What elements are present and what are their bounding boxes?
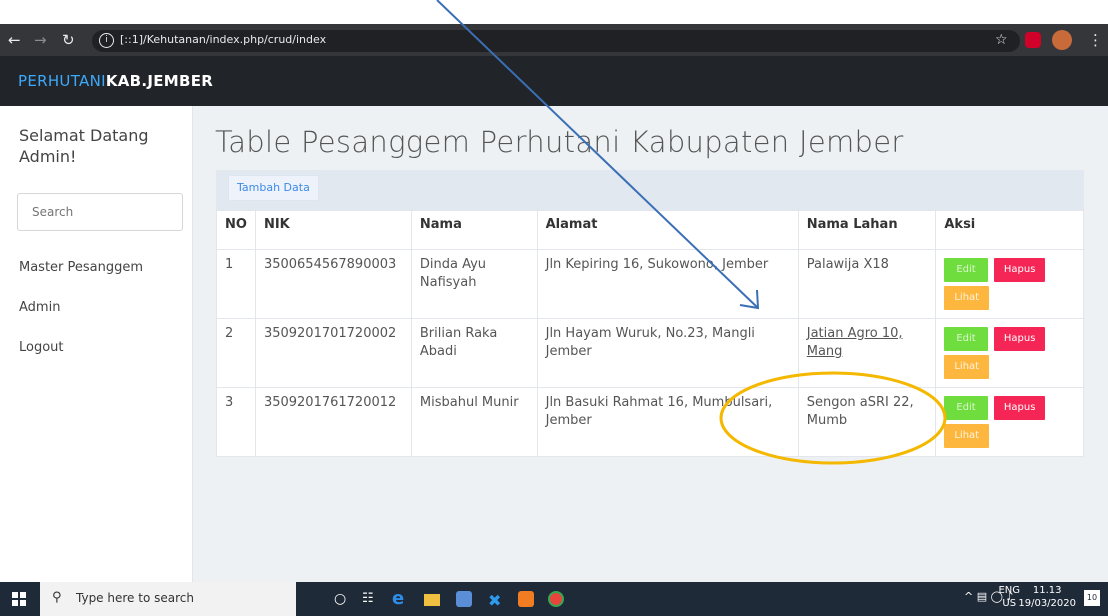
taskbar-search-box[interactable]: ⚲ Type here to search (40, 582, 296, 616)
clock-time: 11.13 (1032, 585, 1062, 596)
table-row: 2 3509201701720002 Brilian Raka Abadi Jl… (216, 318, 1084, 388)
cell-nik: 3509201761720012 (254, 387, 412, 457)
edit-button[interactable]: Edit (944, 396, 988, 420)
header-aksi: Aksi (935, 210, 1084, 250)
header-no: NO (216, 210, 256, 250)
profile-avatar[interactable] (1052, 30, 1072, 50)
chrome-icon[interactable] (548, 591, 564, 607)
cell-no: 2 (216, 318, 256, 388)
brand-part2: KAB.JEMBER (105, 72, 214, 90)
table-header-row: NO NIK Nama Alamat Nama Lahan Aksi (216, 210, 1084, 250)
edge-icon[interactable]: e (392, 588, 408, 609)
file-explorer-icon[interactable] (424, 594, 440, 606)
cell-alamat: Jln Basuki Rahmat 16, Mumbulsari, Jember (536, 387, 799, 457)
view-button[interactable]: Lihat (944, 355, 990, 379)
cell-alamat: Jln Hayam Wuruk, No.23, Mangli Jember (536, 318, 799, 388)
back-icon[interactable]: ← (8, 30, 21, 50)
sidebar-item-master-pesanggem[interactable]: Master Pesanggem (19, 260, 143, 275)
brand-part1: PERHUTANI (18, 72, 106, 90)
sidebar-search-box[interactable] (17, 193, 184, 231)
header-nama: Nama (410, 210, 538, 250)
url-text[interactable]: [::1]/Kehutanan/index.php/crud/index (120, 33, 326, 46)
cell-alamat: Jln Kepiring 16, Sukowono, Jember (536, 249, 799, 319)
add-data-button[interactable]: Tambah Data (228, 175, 319, 201)
pesanggem-table: NO NIK Nama Alamat Nama Lahan Aksi 1 350… (216, 210, 1084, 457)
cell-nama: Dinda Ayu Nafisyah (410, 249, 538, 319)
bookmark-star-icon[interactable]: ☆ (995, 30, 1008, 50)
cell-no: 1 (216, 249, 256, 319)
tab-strip (0, 0, 1108, 24)
notification-count: 10 (1086, 593, 1098, 602)
cell-no: 3 (216, 387, 256, 457)
welcome-text: Selamat Datang Admin! (19, 126, 149, 166)
task-view-icon[interactable]: ☷ (362, 591, 378, 607)
taskbar-clock[interactable]: 11.13 19/03/2020 (1018, 584, 1076, 610)
table-row: 3 3509201761720012 Misbahul Munir Jln Ba… (216, 387, 1084, 457)
clock-date: 19/03/2020 (1018, 598, 1076, 609)
taskbar-search-placeholder: Type here to search (76, 591, 194, 605)
cell-nama-lahan: Palawija X18 (797, 249, 937, 319)
store-icon[interactable] (456, 591, 472, 607)
language-indicator[interactable]: ENG US (998, 584, 1020, 610)
cell-nama-lahan: Jatian Agro 10, Mang (797, 318, 937, 388)
brand-logo[interactable]: PERHUTANIKAB.JEMBER (18, 72, 213, 90)
extension-icon[interactable] (1025, 32, 1041, 48)
menu-kebab-icon[interactable]: ⋮ (1088, 30, 1103, 50)
delete-button[interactable]: Hapus (993, 396, 1046, 420)
forward-icon[interactable]: → (34, 30, 47, 50)
view-button[interactable]: Lihat (944, 286, 990, 310)
reload-icon[interactable]: ↻ (62, 30, 75, 50)
search-icon: ⚲ (52, 590, 62, 605)
table-toolbar (216, 170, 1084, 210)
cell-aksi: Edit Hapus Lihat (935, 318, 1084, 388)
lang-top: ENG (998, 585, 1020, 596)
vscode-icon[interactable]: ✖ (488, 591, 504, 610)
cell-nik: 3509201701720002 (254, 318, 412, 388)
header-nama-lahan: Nama Lahan (797, 210, 937, 250)
lang-bottom: US (1002, 598, 1017, 609)
windows-start-icon[interactable] (12, 592, 26, 606)
search-input[interactable] (30, 194, 184, 230)
edit-button[interactable]: Edit (944, 327, 988, 351)
sidebar-item-logout[interactable]: Logout (19, 340, 64, 355)
cell-nama: Misbahul Munir (410, 387, 538, 457)
cell-nama: Brilian Raka Abadi (410, 318, 538, 388)
delete-button[interactable]: Hapus (993, 327, 1046, 351)
header-nik: NIK (254, 210, 412, 250)
cell-aksi: Edit Hapus Lihat (935, 387, 1084, 457)
page-title: Table Pesanggem Perhutani Kabupaten Jemb… (215, 125, 904, 159)
cell-aksi: Edit Hapus Lihat (935, 249, 1084, 319)
site-info-icon[interactable]: i (99, 33, 114, 48)
header-alamat: Alamat (536, 210, 799, 250)
sidebar-item-admin[interactable]: Admin (19, 300, 60, 315)
delete-button[interactable]: Hapus (993, 258, 1046, 282)
edit-button[interactable]: Edit (944, 258, 988, 282)
notification-center-icon[interactable]: 10 (1084, 590, 1100, 606)
cell-nama-lahan: Sengon aSRI 22, Mumb (797, 387, 937, 457)
table-row: 1 3500654567890003 Dinda Ayu Nafisyah Jl… (216, 249, 1084, 319)
cortana-icon[interactable]: ○ (334, 591, 350, 607)
view-button[interactable]: Lihat (944, 424, 990, 448)
cell-nik: 3500654567890003 (254, 249, 412, 319)
xampp-icon[interactable] (518, 591, 534, 607)
